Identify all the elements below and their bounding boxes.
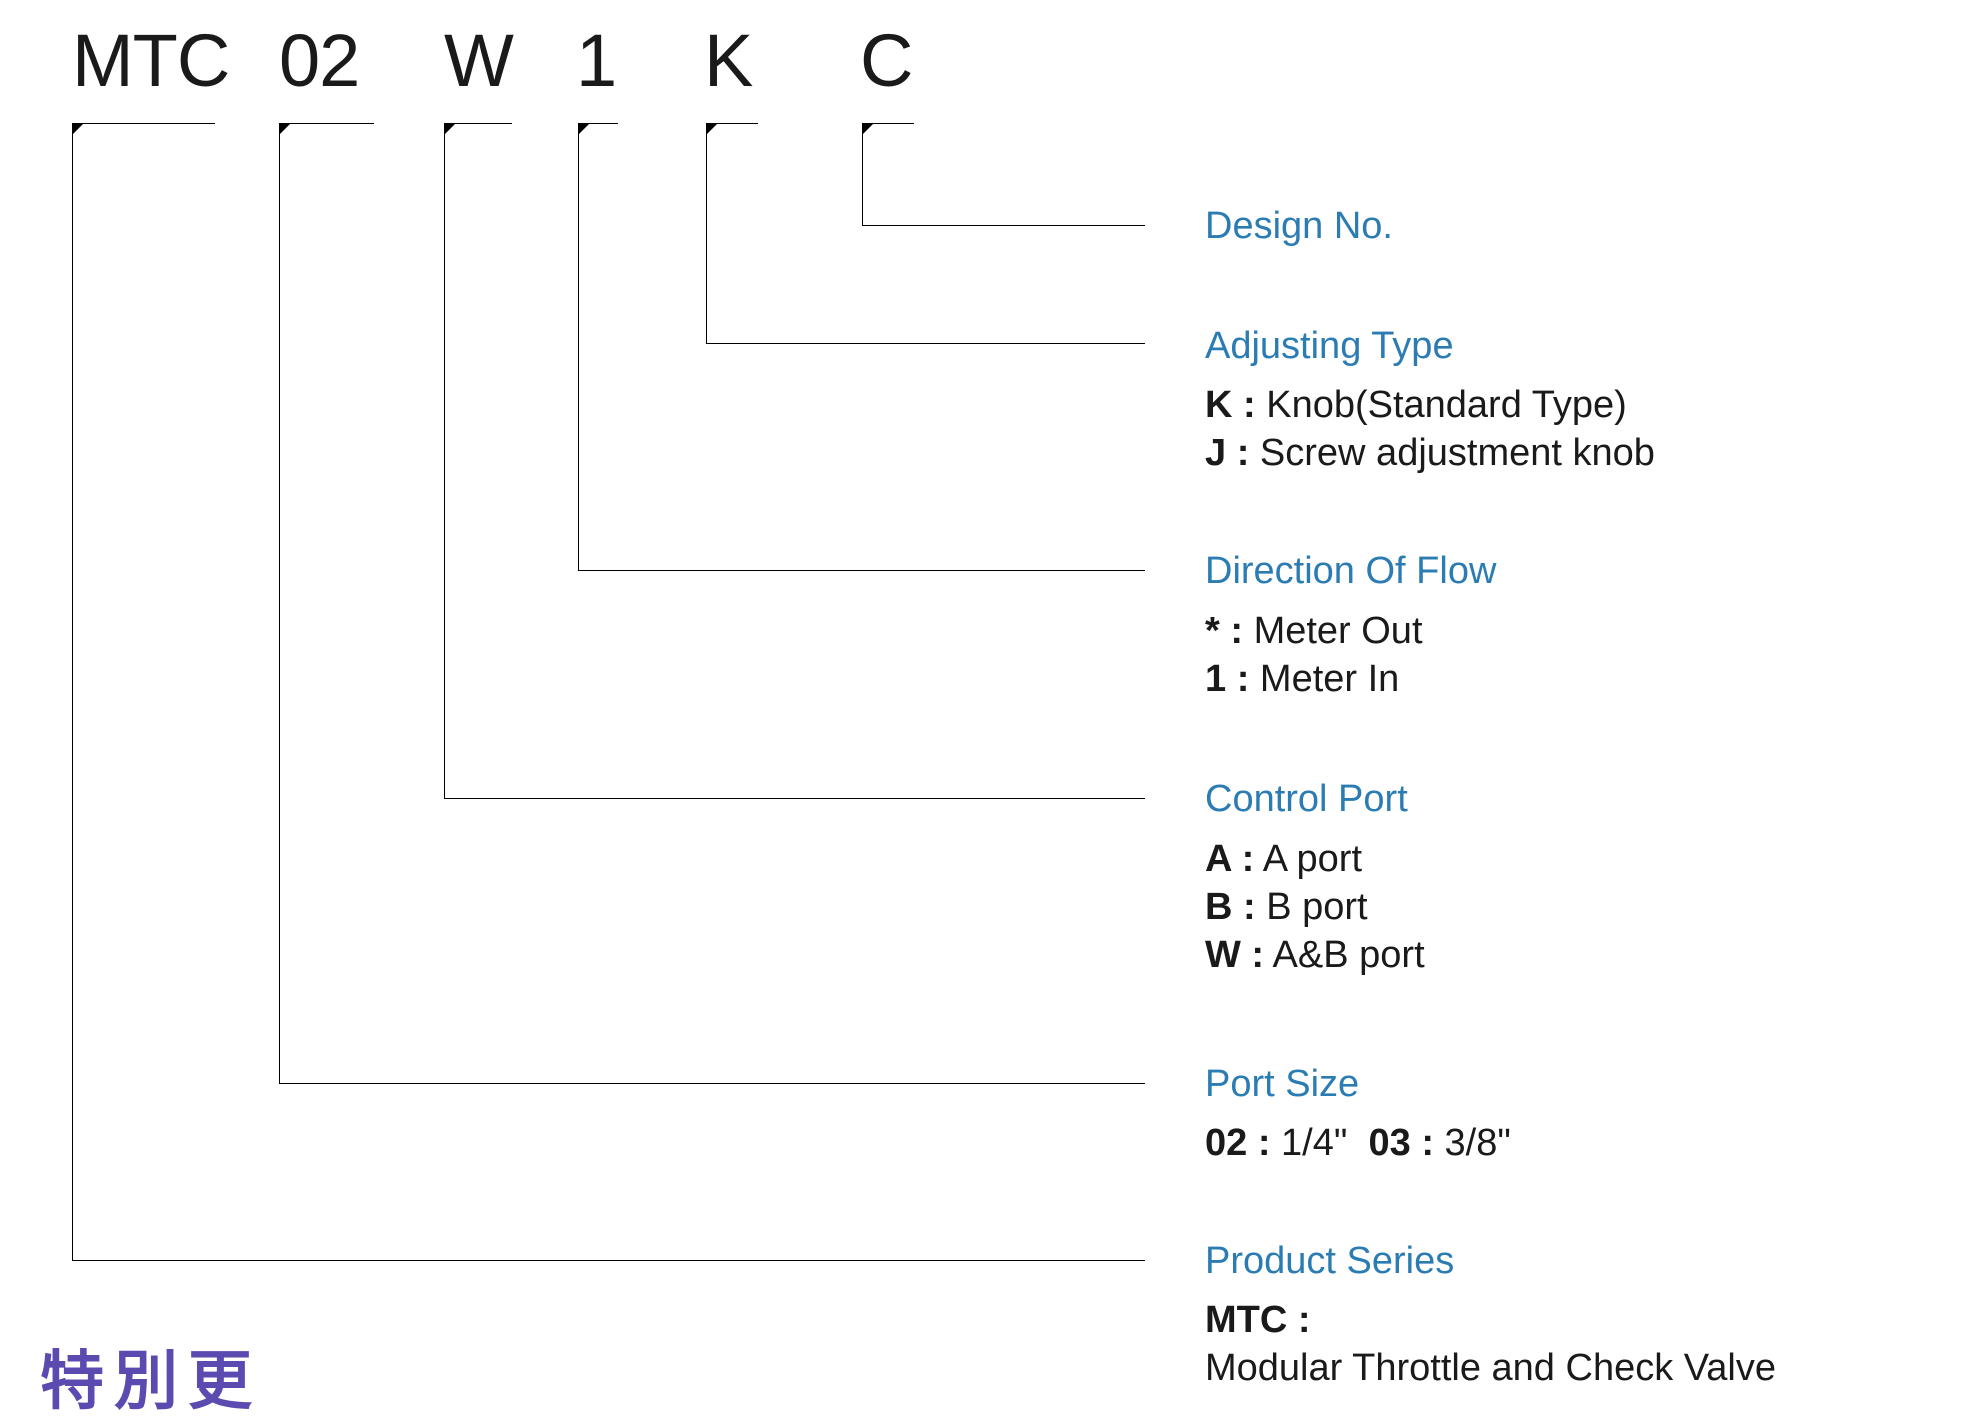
underline-2: [279, 123, 374, 124]
connector-5-h: [706, 343, 1145, 344]
bottom-partial-text: 特別更: [40, 1330, 262, 1422]
code-seg-2: 02: [279, 18, 359, 103]
connector-4-v: [578, 123, 579, 570]
underline-6: [862, 123, 914, 124]
direction-option-2: 1 : Meter In: [1205, 658, 1399, 701]
tick-2: [279, 123, 291, 135]
connector-5-v: [706, 123, 707, 343]
tick-3: [444, 123, 456, 135]
section-title-design-no: Design No.: [1205, 205, 1393, 248]
tick-1: [72, 123, 84, 135]
control-port-option-3: W : A&B port: [1205, 934, 1425, 977]
section-title-control-port: Control Port: [1205, 778, 1408, 821]
underline-5: [706, 123, 758, 124]
product-series-option-1-label: Modular Throttle and Check Valve: [1205, 1347, 1776, 1390]
connector-6-h: [862, 225, 1145, 226]
connector-4-h: [578, 570, 1145, 571]
product-series-option-1-code: MTC :: [1205, 1299, 1311, 1342]
connector-1-v: [72, 123, 73, 1260]
adjusting-type-option-2: J : Screw adjustment knob: [1205, 432, 1655, 475]
connector-2-h: [279, 1083, 1145, 1084]
connector-3-h: [444, 798, 1145, 799]
underline-4: [578, 123, 618, 124]
port-size-options: 02 : 1/4" 03 : 3/8": [1205, 1122, 1511, 1165]
underline-3: [444, 123, 512, 124]
control-port-option-1: A : A port: [1205, 838, 1362, 881]
direction-option-1: * : Meter Out: [1205, 610, 1423, 653]
code-seg-4: 1: [576, 18, 616, 103]
ordering-code-diagram: MTC 02 W 1 K C Design No. Adjusting Type…: [0, 0, 1976, 1387]
adjusting-type-option-1: K : Knob(Standard Type): [1205, 384, 1627, 427]
code-seg-6: C: [860, 18, 912, 103]
tick-6: [862, 123, 874, 135]
control-port-option-2: B : B port: [1205, 886, 1368, 929]
section-title-port-size: Port Size: [1205, 1063, 1359, 1106]
section-title-direction-of-flow: Direction Of Flow: [1205, 550, 1496, 593]
tick-4: [578, 123, 590, 135]
connector-2-v: [279, 123, 280, 1083]
underline-1: [72, 123, 215, 124]
code-seg-1: MTC: [72, 18, 229, 103]
tick-5: [706, 123, 718, 135]
connector-1-h: [72, 1260, 1145, 1261]
connector-6-v: [862, 123, 863, 225]
code-seg-5: K: [704, 18, 752, 103]
code-seg-3: W: [444, 18, 513, 103]
section-title-adjusting-type: Adjusting Type: [1205, 325, 1454, 368]
section-title-product-series: Product Series: [1205, 1240, 1454, 1283]
connector-3-v: [444, 123, 445, 798]
